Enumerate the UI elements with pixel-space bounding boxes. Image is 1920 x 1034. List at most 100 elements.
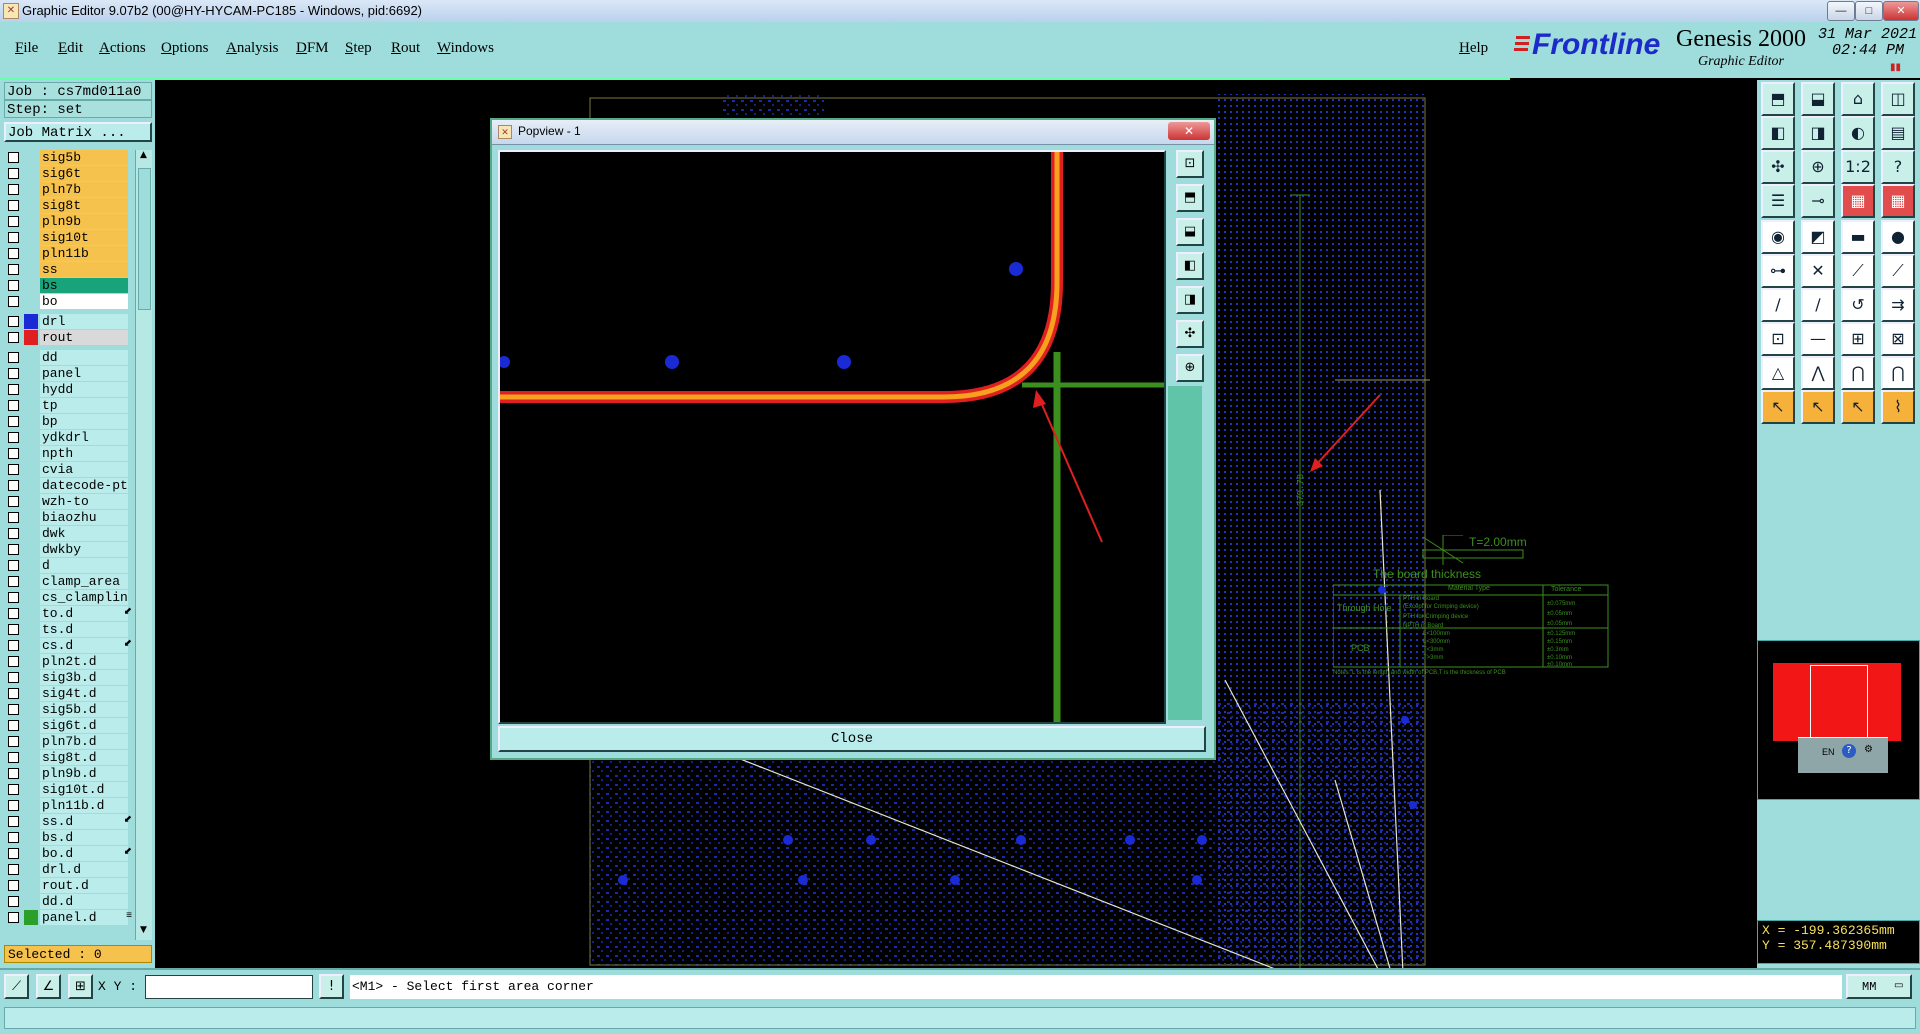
draw-line-icon[interactable]: ∕ xyxy=(1761,288,1795,322)
layer-row[interactable]: sig5b.d xyxy=(4,702,128,717)
layer-checkbox[interactable] xyxy=(8,784,19,795)
layer-checkbox[interactable] xyxy=(8,816,19,827)
layer-checkbox[interactable] xyxy=(8,672,19,683)
layer-row[interactable]: sig10t.d xyxy=(4,782,128,797)
layer-checkbox[interactable] xyxy=(8,864,19,875)
layer-scrollbar[interactable]: ▲ ▼ xyxy=(135,150,152,940)
layer-checkbox[interactable] xyxy=(8,560,19,571)
layer-row[interactable]: wzh-to xyxy=(4,494,128,509)
help-icon[interactable]: ? xyxy=(1881,150,1915,184)
pointer-alt-icon[interactable]: ↖ xyxy=(1801,390,1835,424)
layer-checkbox[interactable] xyxy=(8,880,19,891)
home-icon[interactable]: ⌂ xyxy=(1841,82,1875,116)
layer-checkbox[interactable] xyxy=(8,464,19,475)
layer-checkbox[interactable] xyxy=(8,432,19,443)
scroll-down-icon[interactable]: ▼ xyxy=(138,925,149,937)
arc-alt-icon[interactable]: ⟋ xyxy=(1881,254,1915,288)
layer-row[interactable]: pln9b.d xyxy=(4,766,128,781)
pan-up-icon[interactable]: ⬒ xyxy=(1761,82,1795,116)
layer-row[interactable]: bo.d ⬋ xyxy=(4,846,132,861)
xy-input[interactable] xyxy=(145,975,313,999)
layer-checkbox[interactable] xyxy=(8,416,19,427)
layer-checkbox[interactable] xyxy=(8,704,19,715)
pan-up-icon[interactable]: ⬒ xyxy=(1176,184,1204,212)
units-selector[interactable]: MM ▭ xyxy=(1846,974,1912,999)
layer-checkbox[interactable] xyxy=(8,608,19,619)
layer-row[interactable]: sig10t xyxy=(4,230,128,245)
layer-row[interactable]: sig8t.d xyxy=(4,750,128,765)
mirror-icon[interactable]: ⇉ xyxy=(1881,288,1915,322)
layer-checkbox[interactable] xyxy=(8,480,19,491)
layer-row[interactable]: pln2t.d xyxy=(4,654,128,669)
layer-checkbox[interactable] xyxy=(8,448,19,459)
layer-checkbox[interactable] xyxy=(8,800,19,811)
layer-row[interactable]: d xyxy=(4,558,128,573)
measure-icon[interactable]: ☰ xyxy=(1761,184,1795,218)
layer-row[interactable]: ss.d ⬋ xyxy=(4,814,132,829)
arch-alt-icon[interactable]: ⋂ xyxy=(1881,356,1915,390)
zoom-home-icon[interactable]: ⊡ xyxy=(1176,150,1204,178)
layer-row[interactable]: pln11b.d xyxy=(4,798,128,813)
layer-row[interactable]: dd.d xyxy=(4,894,128,909)
pad-icon[interactable]: ◉ xyxy=(1761,220,1795,254)
scroll-thumb[interactable] xyxy=(138,168,151,310)
peak-icon[interactable]: ⋀ xyxy=(1801,356,1835,390)
menu-dfm[interactable]: DFM xyxy=(296,40,329,57)
layer-row[interactable]: pln9b xyxy=(4,214,128,229)
select-area-icon[interactable]: ⊡ xyxy=(1761,322,1795,356)
pan-down-icon[interactable]: ⬓ xyxy=(1176,218,1204,246)
draw-line-alt-icon[interactable]: ∕ xyxy=(1801,288,1835,322)
angle-mode-icon[interactable]: ∠ xyxy=(36,974,61,999)
layer-row[interactable]: cs.d ⬋ xyxy=(4,638,132,653)
layer-row[interactable]: ydkdrl xyxy=(4,430,128,445)
layer-checkbox[interactable] xyxy=(8,400,19,411)
layer-checkbox[interactable] xyxy=(8,912,19,923)
copy-icon[interactable]: ⊠ xyxy=(1881,322,1915,356)
layer-row[interactable]: bo xyxy=(4,294,128,309)
layer-row[interactable]: pln11b xyxy=(4,246,128,261)
layer-row[interactable]: cvia xyxy=(4,462,128,477)
layer-checkbox[interactable] xyxy=(8,624,19,635)
layer-row[interactable]: pln7b xyxy=(4,182,128,197)
layer-checkbox[interactable] xyxy=(8,352,19,363)
layer-checkbox[interactable] xyxy=(8,184,19,195)
layer-row[interactable]: sig5b xyxy=(4,150,128,165)
menu-options[interactable]: Options xyxy=(161,40,209,57)
grid-mode-icon[interactable]: ⊞ xyxy=(68,974,93,999)
zoom-center-icon[interactable]: ⊕ xyxy=(1801,150,1835,184)
layer-checkbox[interactable] xyxy=(8,280,19,291)
filter-icon[interactable]: ▦ xyxy=(1841,184,1875,218)
pan-left-icon[interactable]: ◧ xyxy=(1761,116,1795,150)
menu-actions[interactable]: Actions xyxy=(99,40,146,57)
layer-row[interactable]: clamp_area xyxy=(4,574,128,589)
triangle-icon[interactable]: △ xyxy=(1761,356,1795,390)
pan-down-icon[interactable]: ⬓ xyxy=(1801,82,1835,116)
layer-checkbox[interactable] xyxy=(8,152,19,163)
layer-row[interactable]: npth xyxy=(4,446,128,461)
layer-checkbox[interactable] xyxy=(8,384,19,395)
layer-row[interactable]: rout xyxy=(4,330,128,345)
layer-row[interactable]: drl.d xyxy=(4,862,128,877)
pointer-icon[interactable]: ↖ xyxy=(1761,390,1795,424)
layer-checkbox[interactable] xyxy=(8,832,19,843)
layer-checkbox[interactable] xyxy=(8,200,19,211)
layer-checkbox[interactable] xyxy=(8,848,19,859)
layer-row[interactable]: to.d ⬋ xyxy=(4,606,132,621)
layer-row[interactable]: bs.d xyxy=(4,830,128,845)
dash-icon[interactable]: — xyxy=(1801,322,1835,356)
grid-icon[interactable]: ▦ xyxy=(1881,184,1915,218)
layer-row[interactable]: cs_clamplin xyxy=(4,590,128,605)
layer-checkbox[interactable] xyxy=(8,296,19,307)
popview-close-icon[interactable]: ✕ xyxy=(1168,122,1210,140)
layer-row[interactable]: dwkby xyxy=(4,542,128,557)
zoom-fit-icon[interactable]: ✣ xyxy=(1761,150,1795,184)
layer-checkbox[interactable] xyxy=(8,736,19,747)
maximize-button[interactable]: □ xyxy=(1855,1,1883,21)
layer-checkbox[interactable] xyxy=(8,896,19,907)
move-icon[interactable]: ⊞ xyxy=(1841,322,1875,356)
window-icon[interactable]: ◫ xyxy=(1881,82,1915,116)
arc-icon[interactable]: ⟋ xyxy=(1841,254,1875,288)
layer-row[interactable]: datecode-pte xyxy=(4,478,128,493)
surface-icon[interactable]: ▬ xyxy=(1841,220,1875,254)
pointer-red-icon[interactable]: ↖ xyxy=(1841,390,1875,424)
